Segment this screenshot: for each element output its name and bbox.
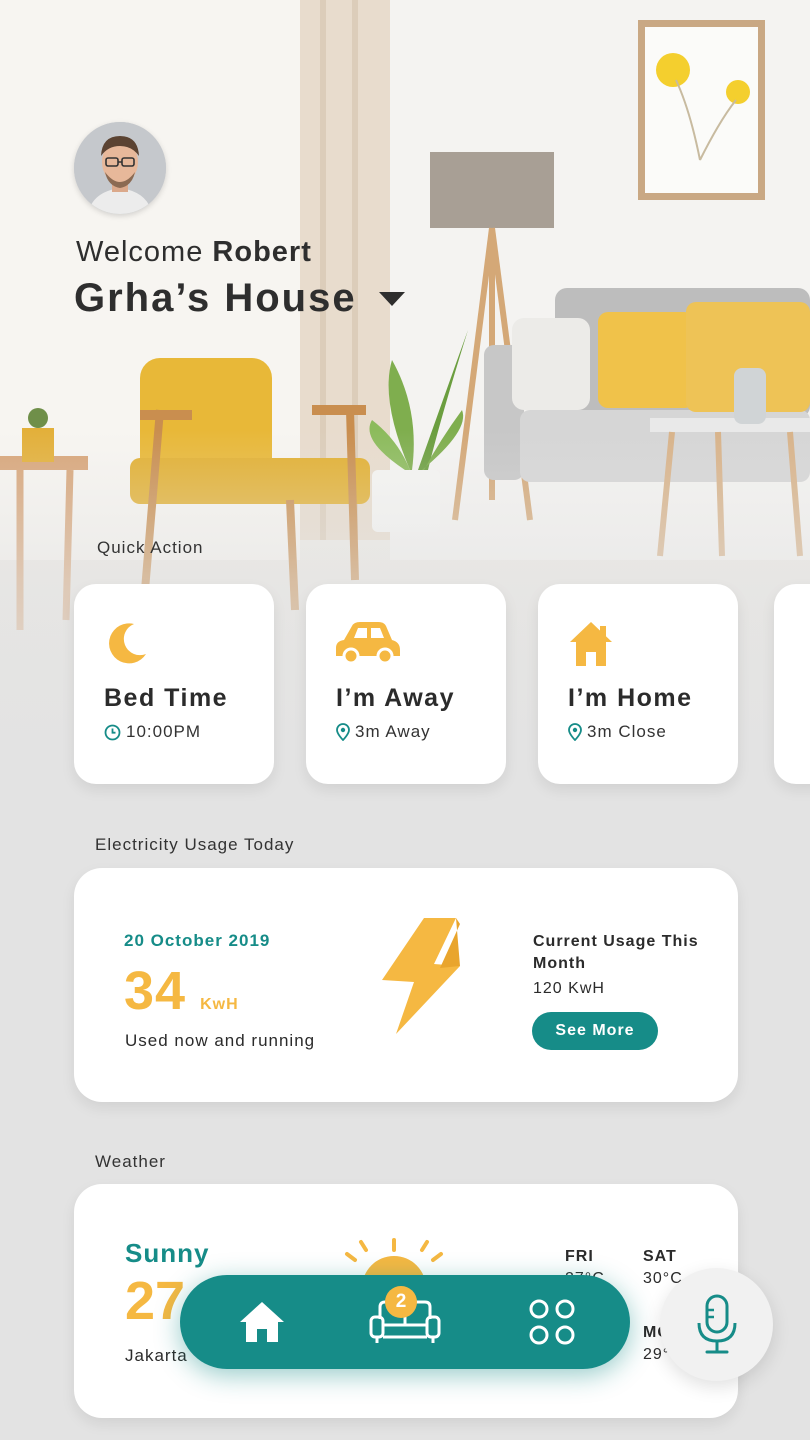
- voice-assistant-button[interactable]: [660, 1268, 773, 1381]
- electricity-value: 34: [124, 961, 187, 1021]
- electricity-section-title: Electricity Usage Today: [95, 835, 295, 854]
- weather-section-title: Weather: [95, 1152, 166, 1171]
- electricity-card: 20 October 2019 34 KwH Used now and runn…: [74, 868, 738, 1102]
- quick-action-meta-text: 3m Away: [355, 722, 431, 741]
- quick-action-next-card[interactable]: [774, 584, 810, 784]
- welcome-text: Welcome Robert: [76, 236, 312, 269]
- avatar[interactable]: [74, 122, 166, 214]
- location-pin-icon: [568, 723, 582, 741]
- notification-badge: 2: [385, 1286, 417, 1318]
- nav-home-button[interactable]: [212, 1275, 312, 1369]
- electricity-usage: 34 KwH: [124, 960, 239, 1022]
- quick-action-label: I’m Home: [568, 684, 693, 712]
- quick-action-meta-text: 10:00PM: [126, 722, 202, 741]
- quick-action-title: Quick Action: [97, 538, 204, 557]
- weather-temperature: 27: [125, 1271, 186, 1331]
- current-usage-value: 120 KwH: [533, 980, 605, 997]
- house-name: Grha’s House: [74, 276, 357, 320]
- house-selector[interactable]: Grha’s House: [74, 276, 405, 321]
- see-more-button[interactable]: See More: [532, 1012, 658, 1050]
- quick-action-im-away[interactable]: I’m Away 3m Away: [306, 584, 506, 784]
- lightning-icon: [382, 918, 460, 1034]
- quick-action-im-home[interactable]: I’m Home 3m Close: [538, 584, 738, 784]
- apps-grid-icon: [529, 1299, 575, 1345]
- quick-action-meta: 3m Away: [336, 722, 431, 742]
- location-pin-icon: [336, 723, 350, 741]
- quick-action-meta: 3m Close: [568, 722, 667, 742]
- forecast-day: FRI: [565, 1248, 594, 1265]
- moon-icon: [109, 623, 146, 664]
- car-icon: [336, 622, 400, 665]
- nav-apps-button[interactable]: [502, 1275, 602, 1369]
- house-icon: [570, 622, 612, 666]
- current-usage-title: Current Usage This Month: [533, 933, 699, 972]
- quick-action-meta-text: 3m Close: [587, 722, 667, 741]
- quick-action-bed-time[interactable]: Bed Time 10:00PM: [74, 584, 274, 784]
- quick-action-label: I’m Away: [336, 684, 455, 712]
- welcome-prefix: Welcome: [76, 236, 204, 268]
- electricity-unit: KwH: [200, 996, 239, 1013]
- clock-icon: [104, 724, 121, 740]
- weather-city: Jakarta: [125, 1346, 188, 1365]
- home-icon: [240, 1302, 284, 1342]
- microphone-icon: [697, 1294, 736, 1353]
- quick-action-meta: 10:00PM: [104, 722, 201, 742]
- caret-down-icon: [378, 291, 405, 306]
- user-name: Robert: [212, 236, 312, 268]
- quick-action-label: Bed Time: [104, 684, 229, 712]
- user-photo-icon: [74, 122, 166, 214]
- weather-condition: Sunny: [125, 1238, 210, 1268]
- electricity-status: Used now and running: [125, 1031, 316, 1050]
- forecast-day: SAT: [643, 1248, 677, 1265]
- electricity-date: 20 October 2019: [124, 931, 271, 950]
